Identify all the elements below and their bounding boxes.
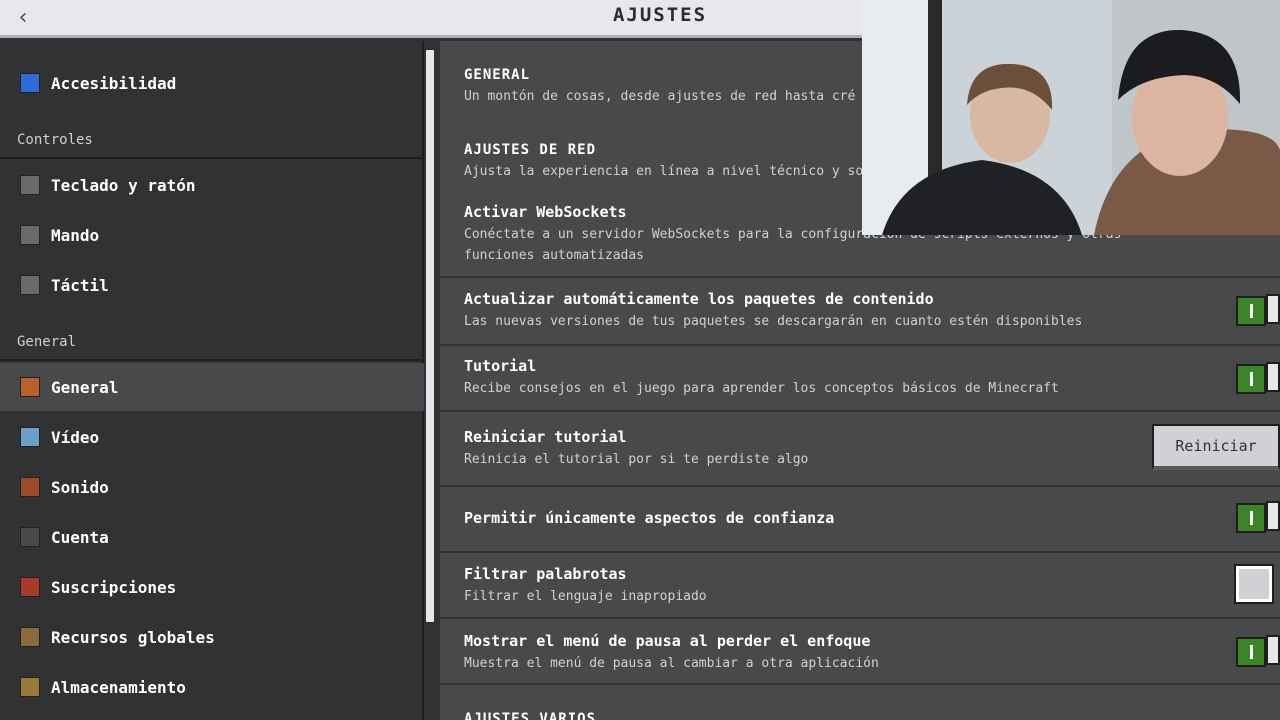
sidebar-item-label: Mando [51, 225, 100, 245]
sidebar-section-general: General [17, 334, 77, 350]
sidebar-item-teclado[interactable]: Teclado y ratón [0, 161, 424, 209]
divider [0, 359, 424, 361]
sidebar-item-label: Sonido [51, 477, 109, 497]
sidebar-item-cuenta[interactable]: Cuenta [0, 513, 424, 561]
storage-chest-icon [20, 677, 40, 697]
sidebar-item-tactil[interactable]: Táctil [0, 261, 424, 309]
accessibility-icon [20, 73, 40, 93]
sidebar-item-recursos-globales[interactable]: Recursos globales [0, 613, 424, 661]
setting-desc: Las nuevas versiones de tus paquetes se … [464, 314, 1083, 329]
setting-row-auto-update: Actualizar automáticamente los paquetes … [440, 278, 1280, 346]
setting-desc: funciones automatizadas [464, 248, 645, 263]
tutorial-toggle[interactable] [1236, 362, 1280, 394]
general-gear-icon [20, 377, 40, 397]
setting-title: Reiniciar tutorial [464, 428, 627, 446]
reset-tutorial-button[interactable]: Reiniciar [1152, 424, 1280, 470]
setting-row-tutorial: Tutorial Recibe consejos en el juego par… [440, 346, 1280, 412]
setting-title: Permitir únicamente aspectos de confianz… [464, 509, 835, 527]
subscriptions-icon [20, 577, 40, 597]
section-title-network: AJUSTES DE RED [464, 142, 597, 158]
profanity-filter-toggle[interactable] [1234, 564, 1280, 604]
setting-row-pause-menu: Mostrar el menú de pausa al perder el en… [440, 619, 1280, 685]
sidebar-item-label: Accesibilidad [51, 73, 177, 93]
settings-sidebar: Accesibilidad Controles Teclado y ratón … [0, 41, 424, 720]
sidebar-item-label: Vídeo [51, 427, 100, 447]
section-desc-network: Ajusta la experiencia en línea a nivel t… [464, 164, 887, 179]
setting-desc: Recibe consejos en el juego para aprende… [464, 381, 1059, 396]
sidebar-item-label: Cuenta [51, 527, 109, 547]
sidebar-item-label: General [51, 377, 119, 397]
sidebar-item-label: Recursos globales [51, 627, 215, 647]
sidebar-item-almacenamiento[interactable]: Almacenamiento [0, 663, 424, 711]
gamepad-icon [20, 225, 40, 245]
setting-title: Mostrar el menú de pausa al perder el en… [464, 632, 871, 650]
section-title-general: GENERAL [464, 67, 531, 83]
setting-row-reset-tutorial: Reiniciar tutorial Reinicia el tutorial … [440, 412, 1280, 487]
pause-menu-toggle[interactable] [1236, 635, 1280, 667]
setting-row-trusted-skins: Permitir únicamente aspectos de confianz… [440, 487, 1280, 553]
keyboard-mouse-icon [20, 175, 40, 195]
sidebar-scrollbar-thumb[interactable] [426, 50, 434, 622]
sidebar-item-general[interactable]: General [0, 363, 424, 411]
sidebar-item-label: Suscripciones [51, 577, 177, 597]
video-landscape-icon [20, 427, 40, 447]
auto-update-toggle[interactable] [1236, 294, 1280, 326]
account-icon [20, 527, 40, 547]
sidebar-item-label: Teclado y ratón [51, 175, 196, 195]
section-desc-general: Un montón de cosas, desde ajustes de red… [464, 89, 856, 104]
sidebar-item-mando[interactable]: Mando [0, 211, 424, 259]
section-title-misc: AJUSTES VARIOS [464, 711, 597, 720]
setting-desc: Muestra el menú de pausa al cambiar a ot… [464, 656, 879, 671]
setting-title: Tutorial [464, 357, 537, 375]
divider [0, 157, 424, 159]
global-resources-icon [20, 627, 40, 647]
setting-desc: Filtrar el lenguaje inapropiado [464, 589, 707, 604]
sidebar-section-controles: Controles [17, 132, 93, 148]
setting-title: Actualizar automáticamente los paquetes … [464, 290, 934, 308]
trusted-skins-toggle[interactable] [1236, 501, 1280, 533]
setting-title: Activar WebSockets [464, 203, 627, 221]
setting-desc: Reinicia el tutorial por si te perdiste … [464, 452, 809, 467]
sidebar-item-sonido[interactable]: Sonido [0, 463, 424, 511]
sidebar-item-video[interactable]: Vídeo [0, 413, 424, 461]
setting-row-profanity-filter: Filtrar palabrotas Filtrar el lenguaje i… [440, 553, 1280, 619]
sidebar-item-accesibilidad[interactable]: Accesibilidad [0, 59, 424, 107]
touch-icon [20, 275, 40, 295]
webcam-overlay [862, 0, 1280, 235]
note-block-icon [20, 477, 40, 497]
sidebar-item-label: Almacenamiento [51, 677, 186, 697]
setting-title: Filtrar palabrotas [464, 565, 627, 583]
sidebar-item-label: Táctil [51, 275, 109, 295]
webcam-people-image [862, 0, 1280, 235]
sidebar-item-suscripciones[interactable]: Suscripciones [0, 563, 424, 611]
